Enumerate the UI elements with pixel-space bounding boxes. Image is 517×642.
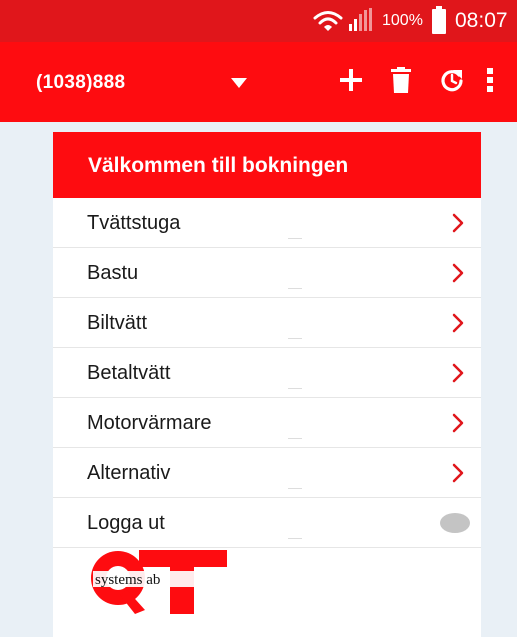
status-bar: 100% 08:07 bbox=[0, 0, 517, 42]
divider bbox=[288, 288, 302, 289]
chevron-down-icon bbox=[231, 78, 247, 88]
delete-button[interactable] bbox=[385, 60, 417, 100]
wifi-icon bbox=[313, 11, 343, 31]
chevron-right-icon bbox=[452, 463, 464, 483]
battery-level: 100% bbox=[382, 12, 423, 29]
menu-item-biltvatt[interactable]: Biltvätt bbox=[53, 298, 481, 348]
add-button[interactable] bbox=[334, 60, 368, 100]
chevron-right-icon bbox=[452, 213, 464, 233]
chevron-right-icon bbox=[452, 263, 464, 283]
divider bbox=[288, 438, 302, 439]
divider bbox=[288, 488, 302, 489]
refresh-icon bbox=[441, 70, 463, 92]
panel-header: Välkommen till bokningen bbox=[53, 132, 481, 198]
chevron-right-icon bbox=[452, 413, 464, 433]
svg-text:systems ab: systems ab bbox=[95, 572, 160, 588]
trash-icon bbox=[391, 67, 411, 93]
account-selector[interactable]: (1038)888 bbox=[36, 66, 256, 102]
logout-toggle[interactable] bbox=[440, 513, 470, 533]
divider bbox=[288, 338, 302, 339]
more-vert-icon bbox=[487, 68, 493, 92]
app-bar: (1038)888 bbox=[0, 42, 517, 122]
menu-item-betaltvatt[interactable]: Betaltvätt bbox=[53, 348, 481, 398]
refresh-button[interactable] bbox=[436, 60, 468, 100]
menu-item-label: Alternativ bbox=[87, 462, 171, 484]
page-title: Välkommen till bokningen bbox=[88, 154, 349, 177]
menu-item-label: Tvättstuga bbox=[87, 212, 181, 234]
qt-systems-logo: systems ab bbox=[91, 550, 227, 614]
signal-icon bbox=[349, 8, 372, 31]
logout-label: Logga ut bbox=[87, 512, 165, 534]
clock: 08:07 bbox=[455, 9, 508, 32]
menu-item-label: Betaltvätt bbox=[87, 362, 171, 384]
overflow-menu-button[interactable] bbox=[480, 60, 500, 100]
add-icon bbox=[340, 69, 362, 91]
menu-item-logga-ut[interactable]: Logga ut bbox=[53, 498, 481, 548]
menu-item-label: Motorvärmare bbox=[87, 412, 212, 434]
menu-item-bastu[interactable]: Bastu bbox=[53, 248, 481, 298]
menu-item-label: Biltvätt bbox=[87, 312, 148, 334]
booking-menu-panel: Välkommen till bokningen Tvättstuga Bast… bbox=[53, 132, 481, 642]
content-area: Välkommen till bokningen Tvättstuga Bast… bbox=[0, 122, 517, 642]
divider bbox=[288, 538, 302, 539]
chevron-right-icon bbox=[452, 313, 464, 333]
menu-item-tvattstuga[interactable]: Tvättstuga bbox=[53, 198, 481, 248]
menu-item-alternativ[interactable]: Alternativ bbox=[53, 448, 481, 498]
menu-item-motorvarmare[interactable]: Motorvärmare bbox=[53, 398, 481, 448]
divider bbox=[288, 238, 302, 239]
chevron-right-icon bbox=[452, 363, 464, 383]
divider bbox=[288, 388, 302, 389]
battery-icon bbox=[432, 6, 446, 34]
menu-item-label: Bastu bbox=[87, 262, 139, 284]
account-label: (1038)888 bbox=[36, 72, 126, 93]
